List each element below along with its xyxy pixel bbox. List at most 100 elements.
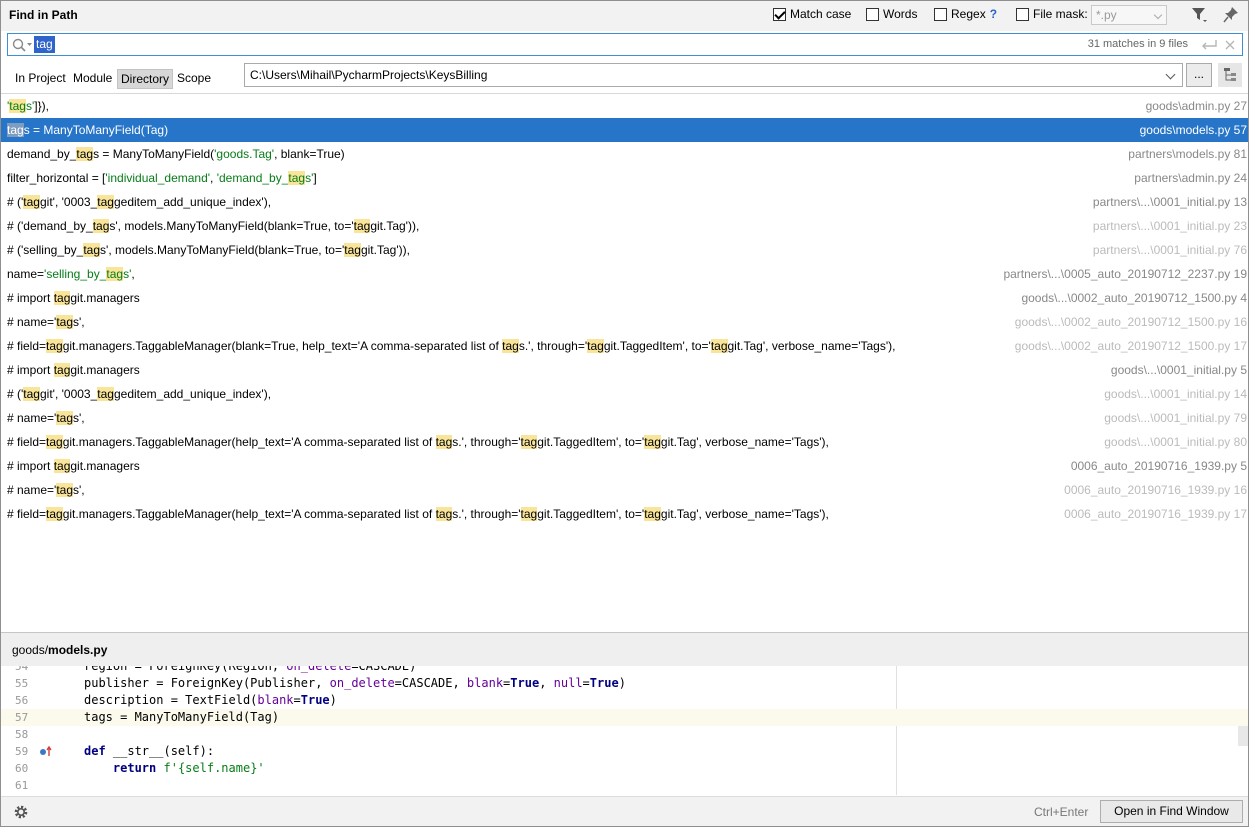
regex-help-link[interactable]: ?	[990, 7, 997, 21]
result-code: demand_by_tags = ManyToManyField('goods.…	[7, 147, 345, 161]
result-path: goods\...\0001_initial.py 79	[1104, 411, 1247, 425]
result-row[interactable]: # ('taggit', '0003_taggeditem_add_unique…	[1, 190, 1248, 214]
result-path: partners\...\0001_initial.py 23	[1092, 219, 1247, 233]
code-preview[interactable]: 54 region = ForeignKey(Region, on_delete=…	[1, 666, 1248, 795]
code-line: 59 def __str__(self):	[1, 743, 1248, 760]
result-row[interactable]: name='selling_by_tags', partners\...\0005…	[1, 262, 1248, 286]
search-icon[interactable]	[11, 37, 33, 53]
line-source: tags = ManyToManyField(Tag)	[84, 710, 280, 724]
preview-header: goods/models.py	[1, 632, 1248, 666]
result-row[interactable]: # name='tags', 0006_auto_20190716_1939.py…	[1, 478, 1248, 502]
result-code: # ('taggit', '0003_taggeditem_add_unique…	[7, 195, 272, 209]
tab-in-project-label: In Project	[15, 71, 66, 85]
line-source: region = ForeignKey(Region, on_delete=CA…	[84, 666, 417, 673]
search-input[interactable]: tag	[34, 36, 55, 53]
code-line: 60 return f'{self.name}'	[1, 760, 1248, 777]
result-code: # field=taggit.managers.TaggableManager(…	[7, 435, 829, 449]
result-row[interactable]: # field=taggit.managers.TaggableManager(…	[1, 430, 1248, 454]
tab-scope[interactable]: Scope	[174, 69, 214, 89]
result-code: filter_horizontal = ['individual_demand'…	[7, 171, 317, 185]
code-line: 54 region = ForeignKey(Region, on_delete=…	[1, 666, 1248, 675]
result-code: # field=taggit.managers.TaggableManager(…	[7, 339, 896, 353]
gear-icon[interactable]	[13, 804, 29, 820]
code-line: 57 tags = ManyToManyField(Tag)	[1, 709, 1248, 726]
result-code: name='selling_by_tags',	[7, 267, 135, 281]
words-label: Words	[883, 7, 918, 21]
match-case-check[interactable]	[773, 7, 786, 21]
line-number: 57	[15, 711, 29, 724]
dialog-header: Find in Path Match case Words Regex ? Fi…	[1, 1, 1248, 31]
result-code: tags = ManyToManyField(Tag)	[7, 123, 169, 137]
file-mask-combo[interactable]: *.py	[1091, 5, 1167, 25]
result-code: # name='tags',	[7, 411, 85, 425]
result-code: # name='tags',	[7, 483, 85, 497]
open-in-find-window-button[interactable]: Open in Find Window	[1100, 800, 1243, 823]
pin-icon[interactable]	[1223, 6, 1239, 24]
result-code: # ('taggit', '0003_taggeditem_add_unique…	[7, 387, 272, 401]
preview-file-dir: goods/	[12, 643, 49, 657]
file-mask-check[interactable]	[1016, 7, 1029, 21]
result-row[interactable]: # ('taggit', '0003_taggeditem_add_unique…	[1, 382, 1248, 406]
line-number: 55	[15, 677, 29, 690]
find-in-path-dialog: Find in Path Match case Words Regex ? Fi…	[0, 0, 1249, 827]
result-row[interactable]: # ('demand_by_tags', models.ManyToManyFi…	[1, 214, 1248, 238]
code-line: 61	[1, 777, 1248, 794]
result-path: goods\...\0001_initial.py 80	[1104, 435, 1247, 449]
results-list[interactable]: 'tags']}), goods\admin.py 27 tags = ManyTo…	[1, 93, 1248, 631]
regex-label: Regex	[951, 7, 986, 21]
words-checkbox[interactable]: Words	[866, 7, 917, 21]
result-row[interactable]: filter_horizontal = ['individual_demand'…	[1, 166, 1248, 190]
file-mask-checkbox[interactable]: File mask:	[1016, 7, 1088, 21]
result-row[interactable]: # name='tags', goods\...\0002_auto_201907…	[1, 310, 1248, 334]
result-path: goods\...\0002_auto_20190712_1500.py 17	[1014, 339, 1247, 353]
result-code: 'tags']}),	[7, 99, 49, 113]
result-row[interactable]: demand_by_tags = ManyToManyField('goods.…	[1, 142, 1248, 166]
result-path: partners\admin.py 24	[1134, 171, 1247, 185]
result-row[interactable]: # field=taggit.managers.TaggableManager(…	[1, 334, 1248, 358]
tab-in-project[interactable]: In Project	[12, 69, 69, 89]
line-source: return f'{self.name}'	[112, 761, 265, 775]
result-code: # name='tags',	[7, 315, 85, 329]
chevron-down-icon	[1165, 69, 1176, 80]
code-line: 56 description = TextField(blank=True)	[1, 692, 1248, 709]
line-number: 58	[15, 728, 29, 741]
match-count: 31 matches in 9 files	[1087, 38, 1188, 50]
result-code: # ('demand_by_tags', models.ManyToManyFi…	[7, 219, 420, 233]
result-code: # field=taggit.managers.TaggableManager(…	[7, 507, 829, 521]
line-number: 54	[15, 666, 29, 673]
result-row[interactable]: # field=taggit.managers.TaggableManager(…	[1, 502, 1248, 526]
result-row[interactable]: 'tags']}), goods\admin.py 27	[1, 94, 1248, 118]
line-number: 61	[15, 779, 29, 792]
tab-module[interactable]: Module	[70, 69, 115, 89]
browse-button[interactable]: ...	[1186, 63, 1212, 87]
line-number: 60	[15, 762, 29, 775]
new-line-icon[interactable]	[1200, 39, 1218, 51]
result-row[interactable]: # import taggit.managers goods\...\0002_a…	[1, 286, 1248, 310]
recursive-tree-icon[interactable]	[1218, 63, 1242, 87]
code-line: 55 publisher = ForeignKey(Publisher, on_d…	[1, 675, 1248, 692]
regex-check[interactable]	[934, 7, 947, 21]
tab-module-label: Module	[73, 71, 113, 85]
regex-checkbox[interactable]: Regex ?	[934, 7, 997, 21]
search-field[interactable]: tag 31 matches in 9 files	[7, 33, 1243, 56]
close-icon[interactable]	[1224, 38, 1236, 52]
filter-icon[interactable]	[1191, 6, 1207, 24]
line-source: publisher = ForeignKey(Publisher, on_del…	[84, 676, 626, 690]
result-path: partners\...\0001_initial.py 13	[1092, 195, 1247, 209]
words-check[interactable]	[866, 7, 879, 21]
directory-combo[interactable]: C:\Users\Mihail\PycharmProjects\KeysBill…	[244, 63, 1183, 87]
tab-directory[interactable]: Directory	[117, 69, 174, 89]
match-case-label: Match case	[790, 7, 852, 21]
shortcut-hint: Ctrl+Enter	[1034, 805, 1089, 819]
result-row[interactable]: tags = ManyToManyField(Tag) goods\models.…	[1, 118, 1248, 142]
match-case-checkbox[interactable]: Match case	[773, 7, 851, 21]
result-path: 0006_auto_20190716_1939.py 16	[1064, 483, 1247, 497]
result-row[interactable]: # ('selling_by_tags', models.ManyToManyF…	[1, 238, 1248, 262]
result-path: goods\...\0002_auto_20190712_1500.py 16	[1014, 315, 1247, 329]
result-row[interactable]: # import taggit.managers goods\...\0001_i…	[1, 358, 1248, 382]
override-method-icon[interactable]	[39, 745, 53, 758]
result-code: # import taggit.managers	[7, 291, 140, 305]
line-source: def __str__(self):	[84, 744, 215, 758]
result-row[interactable]: # name='tags', goods\...\0001_initial.py …	[1, 406, 1248, 430]
result-row[interactable]: # import taggit.managers 0006_auto_201907…	[1, 454, 1248, 478]
